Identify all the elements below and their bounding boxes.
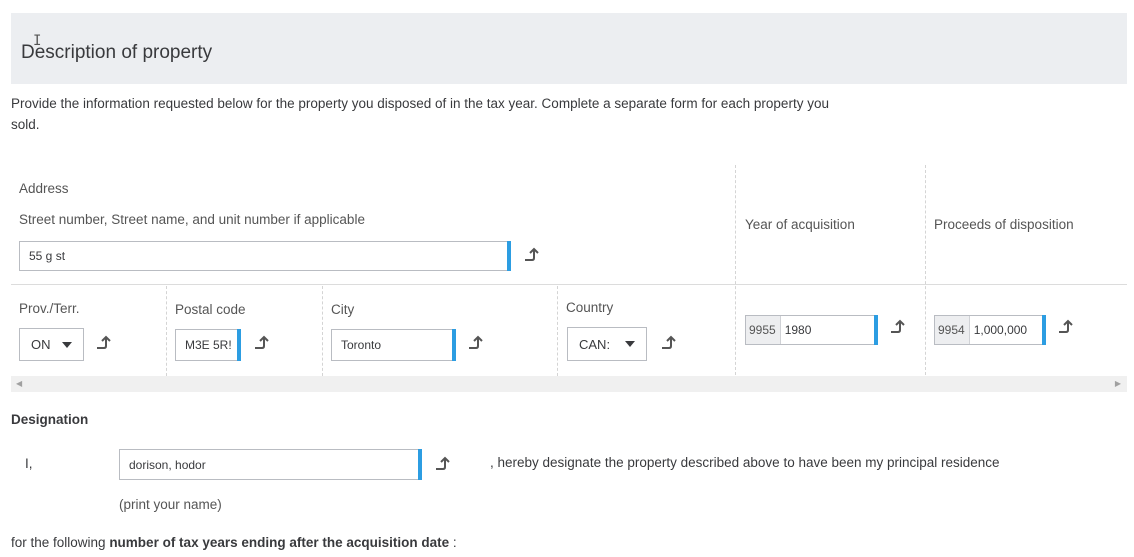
designation-heading: Designation — [11, 412, 89, 427]
field-focus-edge — [1042, 315, 1046, 345]
postal-label: Postal code — [175, 302, 246, 317]
tax-years-bold: number of tax years ending after the acq… — [109, 535, 450, 550]
scroll-right-icon[interactable]: ▶ — [1115, 379, 1121, 388]
column-divider — [735, 165, 736, 375]
scroll-left-icon[interactable]: ◀ — [16, 379, 22, 388]
name-hint: (print your name) — [119, 497, 222, 512]
country-value: CAN: — [579, 336, 611, 352]
country-select[interactable]: CAN: — [567, 327, 647, 361]
jump-to-slip-icon[interactable] — [889, 318, 907, 336]
designation-prefix: I, — [25, 456, 33, 471]
tax-years-prompt: for the following number of tax years en… — [11, 535, 457, 550]
intro-text: Provide the information requested below … — [11, 96, 829, 132]
jump-to-slip-icon[interactable] — [95, 334, 113, 352]
section-header: Description of property — [11, 13, 1127, 84]
proceeds-value: 1,000,000 — [973, 323, 1028, 337]
jump-to-slip-icon[interactable] — [434, 455, 452, 473]
field-focus-edge — [507, 241, 511, 271]
acquisition-input[interactable]: 9955 1980 — [745, 315, 878, 345]
field-focus-edge — [452, 329, 456, 361]
postal-value: M3E 5R! — [185, 338, 232, 352]
acquisition-line-number: 9955 — [746, 316, 781, 344]
acquisition-value: 1980 — [784, 323, 812, 337]
chevron-down-icon — [625, 341, 635, 347]
field-focus-edge — [874, 315, 878, 345]
address-heading: Address — [19, 181, 69, 196]
tax-years-tail: : — [449, 535, 457, 550]
designation-statement: , hereby designate the property describe… — [490, 455, 1000, 470]
proceeds-input[interactable]: 9954 1,000,000 — [934, 315, 1046, 345]
province-select[interactable]: ON — [19, 328, 84, 361]
proceeds-line-number: 9954 — [935, 316, 970, 344]
name-value: dorison, hodor — [129, 457, 206, 472]
name-input[interactable]: dorison, hodor — [119, 449, 422, 480]
column-divider — [166, 286, 167, 376]
jump-to-slip-icon[interactable] — [1057, 318, 1075, 336]
street-value: 55 g st — [29, 249, 66, 263]
province-value: ON — [31, 337, 51, 352]
country-label: Country — [566, 300, 614, 315]
chevron-down-icon — [62, 341, 72, 348]
text-cursor-icon: I — [33, 33, 42, 49]
column-divider — [322, 286, 323, 376]
acquisition-label: Year of acquisition — [745, 217, 855, 232]
horizontal-scrollbar[interactable]: ◀ ▶ — [11, 376, 1127, 392]
jump-to-slip-icon[interactable] — [660, 334, 678, 352]
city-label: City — [331, 302, 355, 317]
jump-to-slip-icon[interactable] — [467, 334, 485, 352]
column-divider — [557, 286, 558, 376]
postal-input[interactable]: M3E 5R! — [175, 329, 241, 361]
jump-to-slip-icon[interactable] — [523, 246, 541, 264]
street-input[interactable]: 55 g st — [19, 241, 511, 271]
row-divider — [11, 284, 1127, 285]
city-input[interactable]: Toronto — [331, 329, 456, 361]
field-focus-edge — [418, 449, 422, 480]
street-label: Street number, Street name, and unit num… — [19, 212, 365, 227]
province-label: Prov./Terr. — [19, 301, 80, 316]
section-title: Description of property — [21, 42, 213, 63]
proceeds-label: Proceeds of disposition — [934, 217, 1074, 232]
jump-to-slip-icon[interactable] — [253, 334, 271, 352]
column-divider — [925, 165, 926, 375]
city-value: Toronto — [341, 338, 382, 352]
field-focus-edge — [237, 329, 241, 361]
tax-years-lead: for the following — [11, 535, 110, 550]
